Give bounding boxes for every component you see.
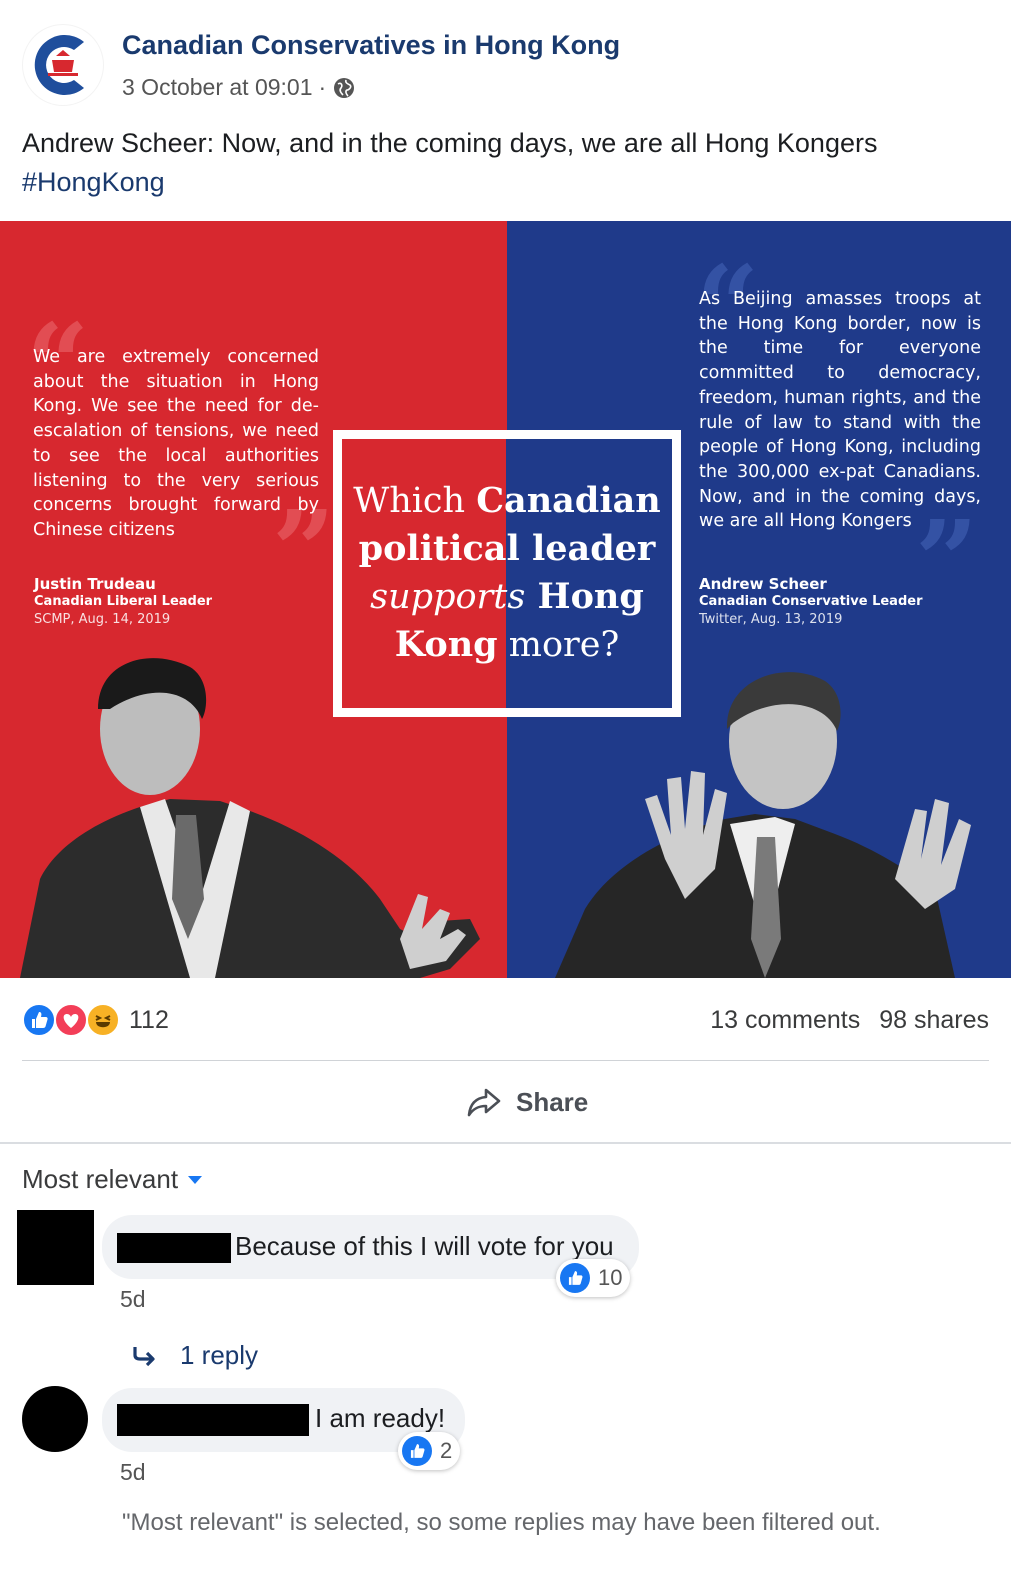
trudeau-name: Justin Trudeau (34, 575, 156, 593)
comment-like-badge[interactable]: 2 (398, 1432, 461, 1470)
trudeau-source: SCMP, Aug. 14, 2019 (34, 612, 171, 627)
trudeau-role: Canadian Liberal Leader (34, 594, 213, 609)
headline-word: political leader (358, 528, 656, 569)
scheer-photo (555, 672, 971, 978)
comments-count[interactable]: 13 comments (710, 1006, 860, 1034)
comment-time[interactable]: 5d (120, 1459, 146, 1486)
comment-text: I am ready! (315, 1403, 446, 1433)
reply-arrow-icon (133, 1346, 155, 1366)
scheer-role: Canadian Conservative Leader (699, 594, 923, 609)
divider (22, 1060, 989, 1061)
comment-sort-dropdown[interactable]: Most relevant (22, 1164, 203, 1195)
haha-icon (86, 1003, 120, 1037)
scheer-name: Andrew Scheer (699, 575, 827, 593)
scheer-source: Twitter, Aug. 13, 2019 (699, 612, 843, 627)
headline-word: Hong (525, 576, 644, 617)
headline-word: supports (370, 577, 526, 617)
trudeau-photo (20, 658, 480, 978)
commenter-avatar[interactable] (17, 1210, 94, 1285)
headline-word: Which (353, 481, 477, 521)
reaction-icons[interactable] (22, 1003, 122, 1037)
reactions-bar: 112 13 comments 98 shares (22, 1000, 989, 1040)
comment-time[interactable]: 5d (120, 1286, 146, 1313)
page-avatar[interactable] (22, 24, 104, 106)
view-replies-link[interactable]: 1 reply (132, 1340, 258, 1371)
post-header: Canadian Conservatives in Hong Kong 3 Oc… (22, 24, 1002, 108)
like-count: 10 (598, 1265, 623, 1290)
like-count: 2 (440, 1438, 453, 1463)
share-label: Share (516, 1086, 589, 1117)
commenter-avatar[interactable] (22, 1386, 88, 1452)
share-button[interactable]: Share (466, 1082, 588, 1122)
hashtag-link[interactable]: #HongKong (22, 163, 1002, 202)
globe-icon[interactable] (332, 76, 356, 100)
trudeau-attribution: Justin Trudeau Canadian Liberal Leader S… (34, 575, 294, 629)
post-image[interactable]: “ ” “ ” We are extremely concerned about… (0, 221, 1011, 978)
page-name-link[interactable]: Canadian Conservatives in Hong Kong (122, 30, 620, 61)
filter-note: "Most relevant" is selected, so some rep… (122, 1509, 881, 1536)
post-timestamp[interactable]: 3 October at 09:01 (122, 74, 313, 101)
scheer-attribution: Andrew Scheer Canadian Conservative Lead… (699, 575, 959, 629)
redacted-name[interactable] (117, 1404, 309, 1436)
redacted-name[interactable] (117, 1233, 231, 1263)
trudeau-quote: We are extremely concerned about the sit… (33, 347, 319, 540)
comment-text: Because of this I will vote for you (235, 1231, 614, 1261)
reply-count: 1 reply (180, 1340, 259, 1370)
scheer-quote: As Beijing amasses troops at the Hong Ko… (699, 289, 981, 532)
share-arrow-icon (467, 1088, 501, 1117)
reaction-count[interactable]: 112 (129, 1006, 169, 1035)
divider (0, 1142, 1011, 1144)
like-icon (402, 1436, 432, 1466)
like-icon (22, 1003, 56, 1037)
comment-like-badge[interactable]: 10 (556, 1259, 631, 1297)
post-meta: 3 October at 09:01 · (122, 74, 356, 101)
meta-separator: · (318, 74, 327, 100)
engagement-counts: 13 comments 98 shares (698, 1006, 989, 1035)
conservative-logo-icon (23, 25, 103, 105)
post-body: Andrew Scheer: Now, and in the coming da… (22, 128, 878, 158)
shares-count[interactable]: 98 shares (879, 1006, 989, 1034)
post-text: Andrew Scheer: Now, and in the coming da… (22, 124, 1002, 202)
like-icon (560, 1263, 590, 1293)
sort-label: Most relevant (22, 1164, 179, 1194)
headline-word: Canadian (476, 480, 661, 521)
love-icon (54, 1003, 88, 1037)
caret-down-icon (188, 1175, 203, 1184)
